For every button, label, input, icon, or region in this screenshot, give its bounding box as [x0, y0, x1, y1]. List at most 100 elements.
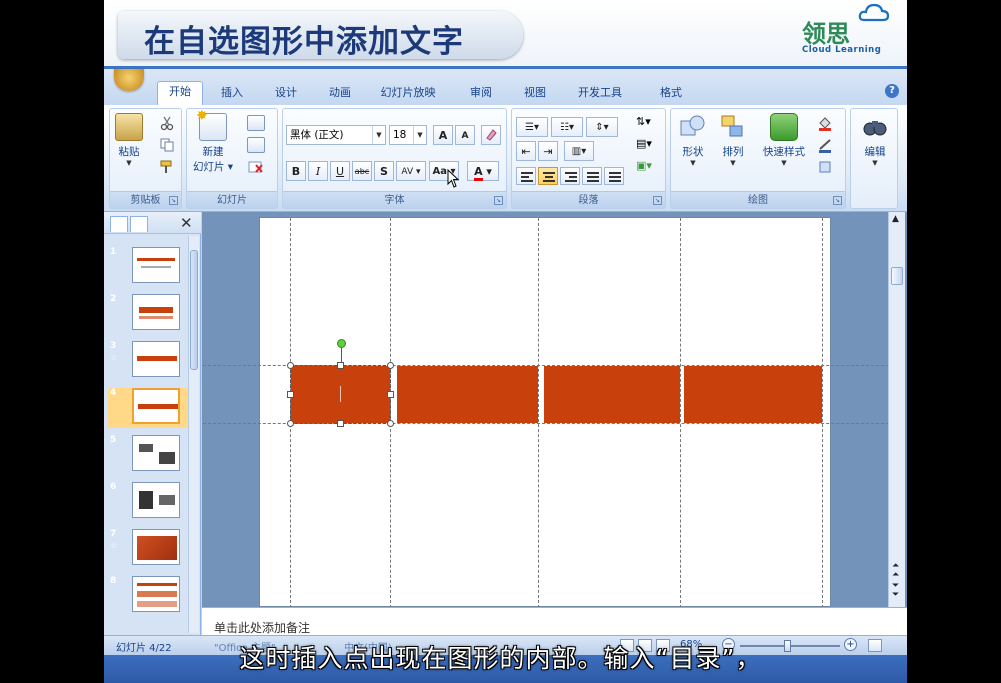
shape-effects-icon[interactable] — [817, 159, 835, 175]
clear-formatting-button[interactable] — [481, 125, 501, 145]
slide-thumbnail-selected[interactable]: 4 — [108, 388, 188, 428]
align-center-button[interactable] — [538, 167, 558, 185]
outline-tab[interactable] — [110, 216, 128, 232]
slide-canvas[interactable] — [203, 217, 889, 608]
align-text-icon[interactable]: ▤▾ — [636, 137, 654, 153]
underline-label: U — [335, 165, 345, 178]
bold-button[interactable]: B — [286, 161, 306, 181]
resize-handle-top-right[interactable] — [387, 362, 394, 369]
resize-handle-top[interactable] — [337, 362, 344, 369]
tab-review[interactable]: 审阅 — [463, 83, 499, 105]
rectangle-shape-2[interactable] — [397, 366, 538, 423]
help-icon[interactable]: ? — [885, 84, 899, 98]
drawing-launcher-icon[interactable]: ↘ — [833, 196, 842, 205]
tab-home[interactable]: 开始 — [157, 81, 203, 105]
slide-number: 2 — [110, 294, 117, 304]
rectangle-shape-3[interactable] — [544, 366, 680, 423]
resize-handle-top-left[interactable] — [287, 362, 294, 369]
copy-icon[interactable] — [158, 137, 176, 153]
panel-scrollbar-thumb[interactable] — [190, 250, 198, 370]
thumbnail-preview — [132, 482, 180, 518]
arrange-button[interactable]: 排列 ▼ — [715, 113, 751, 167]
rectangle-shape-4[interactable] — [684, 366, 822, 423]
paste-button[interactable]: 粘贴 ▼ — [114, 113, 144, 167]
next-slide-icon[interactable]: ⏷ ⏷ — [892, 582, 899, 600]
drawing-group-label: 绘图 — [671, 191, 845, 208]
align-left-button[interactable] — [516, 167, 536, 185]
tab-format[interactable]: 格式 — [651, 83, 691, 105]
close-panel-icon[interactable]: ✕ — [180, 214, 193, 232]
smartart-icon[interactable]: ▣▾ — [636, 159, 654, 175]
quick-styles-icon — [770, 113, 798, 141]
clipboard-launcher-icon[interactable]: ↘ — [169, 196, 178, 205]
clipboard-group: 粘贴 ▼ 剪贴板 ↘ — [109, 108, 182, 209]
resize-handle-bottom[interactable] — [337, 420, 344, 427]
font-name-select[interactable]: 黑体 (正文) ▼ — [286, 125, 386, 145]
notes-pane[interactable]: 单击此处添加备注 — [202, 607, 907, 635]
underline-button[interactable]: U — [330, 161, 350, 181]
justify-button[interactable] — [582, 167, 602, 185]
tab-slideshow[interactable]: 幻灯片放映 — [374, 83, 442, 105]
shadow-button[interactable]: S — [374, 161, 394, 181]
tab-design[interactable]: 设计 — [268, 83, 304, 105]
shrink-font-button[interactable]: A — [455, 125, 475, 145]
shrink-font-label: A — [461, 131, 469, 141]
shape-outline-icon[interactable] — [817, 137, 835, 153]
tab-insert[interactable]: 插入 — [214, 83, 250, 105]
align-right-button[interactable] — [560, 167, 580, 185]
reset-icon[interactable] — [247, 137, 265, 153]
shape-fill-icon[interactable] — [817, 115, 835, 131]
rotation-handle[interactable] — [337, 339, 346, 348]
text-direction-icon[interactable]: ⇅▾ — [636, 115, 654, 131]
tab-view[interactable]: 视图 — [517, 83, 553, 105]
resize-handle-bottom-right[interactable] — [387, 420, 394, 427]
char-spacing-button[interactable]: AV ▾ — [396, 161, 426, 181]
columns-button[interactable]: ▥▾ — [564, 141, 594, 161]
slide-thumbnail[interactable]: 2 — [108, 294, 188, 334]
quick-styles-label: 快速样式 — [763, 146, 805, 158]
layout-icon[interactable] — [247, 115, 265, 131]
editing-button[interactable]: 编辑 ▼ — [857, 113, 893, 167]
slides-tab[interactable] — [130, 216, 148, 232]
italic-button[interactable]: I — [308, 161, 328, 181]
resize-handle-bottom-left[interactable] — [287, 420, 294, 427]
distributed-button[interactable] — [604, 167, 624, 185]
editor-vertical-scrollbar[interactable]: ▲ ⏶ ⏶ ⏷ ⏷ — [888, 212, 905, 607]
editing-group: 编辑 ▼ — [850, 108, 898, 209]
strikethrough-button[interactable]: abc — [352, 161, 372, 181]
font-color-button[interactable]: A ▾ — [467, 161, 499, 181]
scroll-up-icon[interactable]: ▲ — [892, 215, 899, 224]
editor-scrollbar-thumb[interactable] — [891, 267, 903, 285]
font-launcher-icon[interactable]: ↘ — [494, 196, 503, 205]
grow-font-button[interactable]: A — [433, 125, 453, 145]
resize-handle-left[interactable] — [287, 391, 294, 398]
tab-developer[interactable]: 开发工具 — [570, 83, 630, 105]
slide-thumbnail[interactable]: 6 — [108, 482, 188, 522]
numbering-button[interactable]: ☷▾ — [551, 117, 583, 137]
slide-thumbnail[interactable]: 7 ☆ — [108, 529, 188, 569]
slide-thumbnail[interactable]: 8 — [108, 576, 188, 616]
decrease-indent-button[interactable]: ⇤ — [516, 141, 536, 161]
line-spacing-button[interactable]: ⇕▾ — [586, 117, 618, 137]
shapes-button[interactable]: 形状 ▼ — [675, 113, 711, 167]
office-button[interactable] — [114, 69, 144, 91]
new-slide-button[interactable]: ✸ 新建 幻灯片 ▾ — [191, 108, 235, 174]
delete-slide-icon[interactable] — [247, 159, 265, 175]
paragraph-launcher-icon[interactable]: ↘ — [653, 196, 662, 205]
bullets-button[interactable]: ☰▾ — [516, 117, 548, 137]
slide-thumbnail[interactable]: 1 — [108, 247, 188, 287]
thumbnail-preview — [132, 341, 180, 377]
previous-slide-icon[interactable]: ⏶ ⏶ — [892, 562, 899, 580]
cut-icon[interactable] — [158, 115, 176, 131]
resize-handle-right[interactable] — [387, 391, 394, 398]
slide-thumbnail[interactable]: 3 ☆ — [108, 341, 188, 381]
increase-indent-button[interactable]: ⇥ — [538, 141, 558, 161]
font-size-select[interactable]: 18 ▼ — [389, 125, 427, 145]
format-painter-icon[interactable] — [158, 159, 176, 175]
panel-scrollbar[interactable] — [188, 236, 199, 633]
slide-thumbnail[interactable]: 5 — [108, 435, 188, 475]
font-color-label: A — [474, 165, 483, 181]
tab-animations[interactable]: 动画 — [322, 83, 358, 105]
ribbon: 粘贴 ▼ 剪贴板 ↘ ✸ 新建 幻灯片 ▾ 幻灯片 黑体 (正文) ▼ 18 ▼… — [104, 105, 907, 212]
quick-styles-button[interactable]: 快速样式 ▼ — [755, 113, 813, 167]
